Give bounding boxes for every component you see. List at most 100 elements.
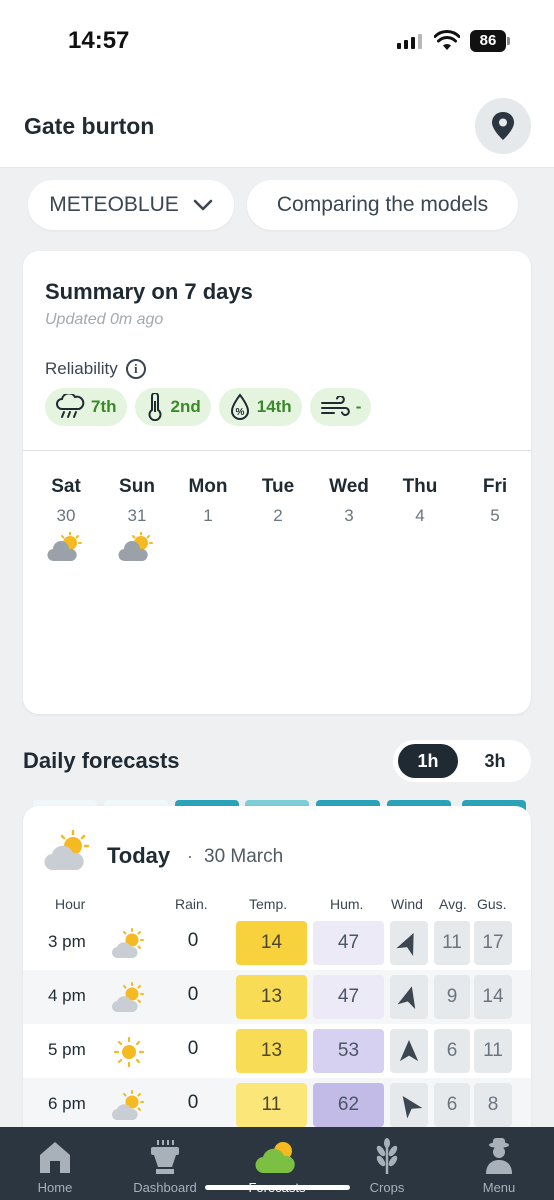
tab-dashboard-label: Dashboard bbox=[133, 1180, 197, 1195]
row-wind-gust: 14 bbox=[474, 975, 512, 1019]
row-temperature: 14 bbox=[236, 921, 307, 965]
row-humidity: 53 bbox=[313, 1029, 384, 1073]
partly-cloudy-icon bbox=[44, 829, 90, 871]
sun-icon bbox=[111, 1036, 147, 1068]
row-humidity: 47 bbox=[313, 975, 384, 1019]
temp-reliability-rank: 2nd bbox=[170, 397, 201, 416]
day-column[interactable]: Thu 4 bbox=[387, 476, 453, 526]
rain-reliability-chip[interactable]: 7th bbox=[45, 388, 127, 426]
row-rain: 0 bbox=[187, 1038, 199, 1059]
crops-icon bbox=[376, 1138, 398, 1174]
row-wind-average: 11 bbox=[434, 921, 470, 965]
partly-cloudy-icon bbox=[111, 982, 147, 1014]
today-date: 30 March bbox=[204, 846, 284, 867]
compare-models-label: Comparing the models bbox=[276, 193, 489, 216]
wind-reliability-rank: - bbox=[355, 397, 362, 416]
toggle-1h[interactable]: 1h bbox=[398, 744, 458, 778]
home-indicator bbox=[205, 1185, 350, 1190]
status-time: 14:57 bbox=[68, 27, 130, 54]
day-name: Tue bbox=[261, 476, 295, 497]
wind-direction-icon bbox=[390, 921, 428, 965]
day-column[interactable]: Fri 5 bbox=[462, 476, 528, 526]
row-humidity: 47 bbox=[313, 921, 384, 965]
day-name: Sat bbox=[51, 476, 81, 497]
row-temperature: 11 bbox=[236, 1083, 307, 1127]
compare-models-button[interactable]: Comparing the models bbox=[247, 180, 518, 230]
day-number: 1 bbox=[203, 506, 213, 525]
wind-column-header: Wind bbox=[391, 896, 423, 912]
partly-cloudy-icon bbox=[111, 1090, 147, 1122]
farmer-icon bbox=[486, 1138, 512, 1174]
updated-text: Updated 0m ago bbox=[45, 311, 164, 328]
row-rain: 0 bbox=[187, 1092, 199, 1113]
temp-reliability-chip[interactable]: 2nd bbox=[134, 388, 211, 426]
reliability-row: Reliability i bbox=[45, 359, 146, 379]
humidity-reliability-rank: 14th bbox=[256, 397, 292, 416]
info-icon[interactable]: i bbox=[125, 359, 146, 379]
svg-text:%: % bbox=[235, 407, 244, 418]
row-temperature: 13 bbox=[236, 1029, 307, 1073]
day-column[interactable]: Sun 31 bbox=[104, 476, 170, 562]
provider-label: METEOBLUE bbox=[49, 193, 179, 216]
humidity-column-header: Hum. bbox=[330, 896, 364, 912]
row-rain: 0 bbox=[187, 930, 199, 951]
battery-icon: 86 bbox=[470, 30, 506, 52]
tab-menu[interactable]: Menu bbox=[444, 1135, 554, 1195]
humidity-reliability-chip[interactable]: % 14th bbox=[218, 388, 302, 426]
location-name[interactable]: Gate burton bbox=[24, 113, 154, 140]
hour-row: 4 pm 0 13 47 9 14 bbox=[23, 970, 531, 1024]
wifi-icon bbox=[434, 30, 460, 50]
partly-cloudy-icon bbox=[47, 531, 85, 562]
row-wind-gust: 8 bbox=[474, 1083, 512, 1127]
location-button[interactable] bbox=[475, 98, 531, 154]
gust-column-header: Gus. bbox=[477, 896, 507, 912]
tab-menu-label: Menu bbox=[482, 1180, 516, 1195]
rain-column-header: Rain. bbox=[175, 896, 208, 912]
provider-select[interactable]: METEOBLUE bbox=[28, 180, 234, 230]
day-column[interactable]: Tue 2 bbox=[245, 476, 311, 526]
humidity-drop-icon: % bbox=[230, 393, 249, 420]
today-title: Today bbox=[107, 843, 171, 868]
wind-direction-icon bbox=[390, 1029, 428, 1073]
tab-home[interactable]: Home bbox=[0, 1135, 110, 1195]
row-rain: 0 bbox=[187, 984, 199, 1005]
day-column[interactable]: Wed 3 bbox=[316, 476, 382, 526]
status-bar: 14:57 86 bbox=[0, 0, 554, 84]
toggle-3h[interactable]: 3h bbox=[465, 744, 525, 778]
cellular-signal-icon bbox=[397, 33, 422, 49]
day-number: 31 bbox=[127, 506, 147, 525]
day-name: Wed bbox=[329, 476, 369, 497]
hour-row: 5 pm 0 13 53 6 11 bbox=[23, 1024, 531, 1078]
summary-title: Summary on 7 days bbox=[45, 279, 253, 304]
day-number: 3 bbox=[344, 506, 354, 525]
day-column[interactable]: Mon 1 bbox=[175, 476, 241, 526]
wind-direction-icon bbox=[390, 1083, 428, 1127]
row-humidity: 62 bbox=[313, 1083, 384, 1127]
hour-row: 3 pm 0 14 47 11 17 bbox=[23, 916, 531, 970]
day-name: Mon bbox=[188, 476, 228, 497]
tab-dashboard[interactable]: Dashboard bbox=[110, 1135, 220, 1195]
row-wind-average: 9 bbox=[434, 975, 470, 1019]
day-name: Sun bbox=[119, 476, 155, 497]
wind-icon bbox=[320, 396, 350, 416]
wind-reliability-chip[interactable]: - bbox=[309, 388, 372, 426]
row-wind-average: 6 bbox=[434, 1029, 470, 1073]
forecasts-icon bbox=[255, 1142, 295, 1174]
thermometer-icon bbox=[148, 393, 161, 421]
row-wind-average: 6 bbox=[434, 1083, 470, 1127]
tab-home-label: Home bbox=[37, 1180, 73, 1195]
daily-forecasts-title: Daily forecasts bbox=[23, 748, 180, 773]
home-icon bbox=[40, 1142, 70, 1173]
day-number: 2 bbox=[273, 506, 283, 525]
row-hour: 3 pm bbox=[48, 932, 86, 951]
day-number: 4 bbox=[415, 506, 425, 525]
title-separator: · bbox=[187, 846, 193, 866]
day-column[interactable]: Sat 30 bbox=[33, 476, 99, 562]
reliability-chips: 7th 2nd % 14th - bbox=[45, 388, 372, 426]
dashboard-icon bbox=[151, 1140, 179, 1174]
day-name: Thu bbox=[402, 476, 438, 497]
partly-cloudy-icon bbox=[111, 928, 147, 960]
avg-column-header: Avg. bbox=[439, 896, 467, 912]
temp-column-header: Temp. bbox=[249, 896, 288, 912]
row-hour: 4 pm bbox=[48, 986, 86, 1005]
